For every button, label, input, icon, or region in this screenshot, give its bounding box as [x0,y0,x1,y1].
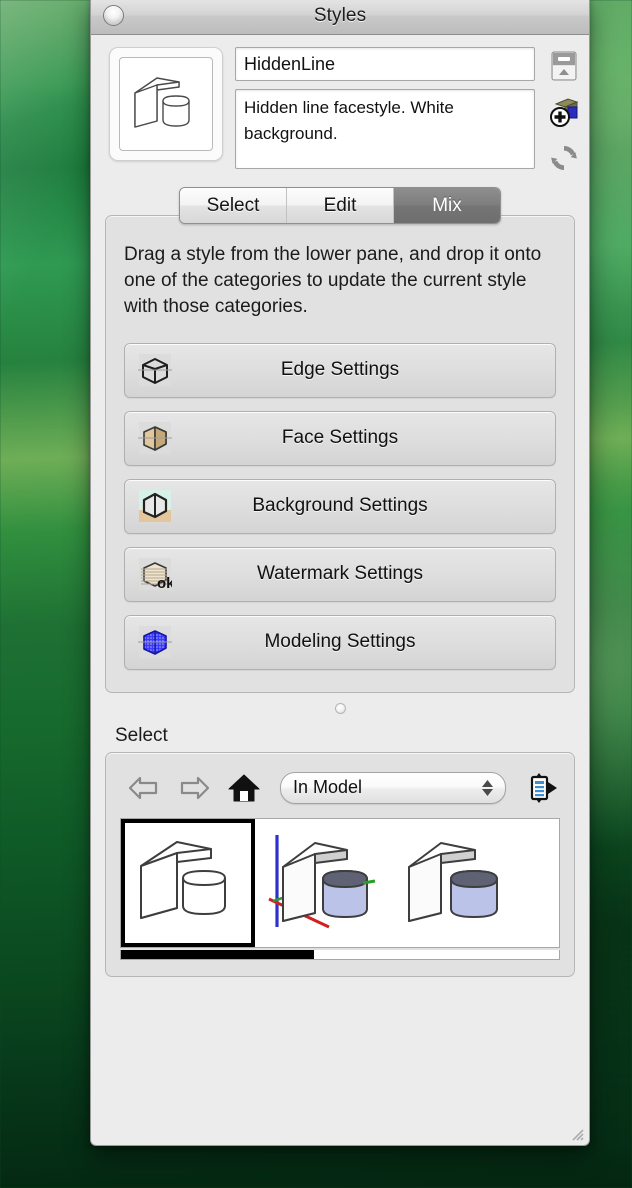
style-header-icons [547,47,581,175]
details-flyout-icon[interactable] [524,770,560,806]
hiddenline-thumb-icon [140,840,226,919]
thumbnail-scrollbar-thumb[interactable] [121,949,314,959]
panel-spacer [91,977,589,1145]
style-thumbnail-architectural-axes[interactable] [255,818,389,947]
axes-style-thumb-icon [268,834,376,929]
face-settings-icon [138,422,172,455]
back-arrow-icon[interactable] [126,770,162,806]
mix-category-face-label: Face Settings [281,427,399,449]
collection-dropdown-value: In Model [293,777,363,798]
shaded-style-thumb-icon [408,841,498,922]
tabgroup: Select Edit Mix [179,187,501,224]
pane-splitter[interactable] [91,693,589,725]
mix-category-edge-label: Edge Settings [280,359,400,381]
select-pane: In Model [105,751,575,977]
mix-category-background-label: Background Settings [252,495,428,517]
mix-category-modeling-label: Modeling Settings [264,631,416,653]
style-description-input[interactable]: Hidden line facestyle. White background. [235,89,535,169]
create-new-style-icon[interactable] [547,95,581,129]
hiddenline-preview-icon [134,77,190,128]
forward-arrow-icon[interactable] [176,770,212,806]
splitter-handle-dot[interactable] [334,703,346,715]
window-title: Styles [313,4,367,26]
modeling-settings-icon [138,626,172,659]
window-titlebar[interactable]: Styles [91,0,589,35]
tabbar: Select Edit Mix [91,187,589,224]
watermark-settings-icon: ok [139,558,172,591]
svg-text:ok: ok [157,575,172,591]
display-toggle-icon[interactable] [547,49,581,83]
style-thumbnail-shaded[interactable] [389,818,523,947]
mix-category-watermark-label: Watermark Settings [256,563,424,585]
tab-edit[interactable]: Edit [287,188,394,223]
style-thumbnail-list[interactable] [120,817,560,948]
tab-mix[interactable]: Mix [394,188,500,223]
style-name-input[interactable]: HiddenLine [235,47,535,81]
mix-category-modeling[interactable]: Modeling Settings [124,614,556,670]
mix-category-list: Edge Settings Face Settings Background S… [124,342,556,670]
mix-pane: Drag a style from the lower pane, and dr… [105,215,575,693]
select-section-title: Select [115,724,168,746]
mix-category-face[interactable]: Face Settings [124,410,556,466]
home-icon[interactable] [226,770,262,806]
edge-settings-icon [138,354,172,387]
resize-grip-icon[interactable] [568,1125,584,1141]
mix-category-watermark[interactable]: ok Watermark Settings [124,546,556,602]
current-style-preview[interactable] [109,47,223,161]
thumbnail-scrollbar[interactable] [120,949,560,960]
tab-select[interactable]: Select [180,188,287,223]
mix-instructions: Drag a style from the lower pane, and dr… [124,244,542,318]
background-settings-icon [139,490,171,523]
current-style-preview-image [119,57,213,151]
select-toolbar: In Model [120,766,560,810]
chevron-updown-icon [482,779,493,796]
style-thumbnail-hiddenline[interactable] [121,818,255,947]
tabbar-wrap: Select Edit Mix [91,187,589,224]
style-header: HiddenLine Hidden line facestyle. White … [91,35,589,187]
styles-panel-window: Styles HiddenLine Hidden line facestyle.… [90,0,590,1146]
mix-category-edge[interactable]: Edge Settings [124,342,556,398]
update-style-icon[interactable] [547,141,581,175]
mix-category-background[interactable]: Background Settings [124,478,556,534]
style-fields: HiddenLine Hidden line facestyle. White … [235,47,535,175]
collection-dropdown[interactable]: In Model [280,771,506,804]
